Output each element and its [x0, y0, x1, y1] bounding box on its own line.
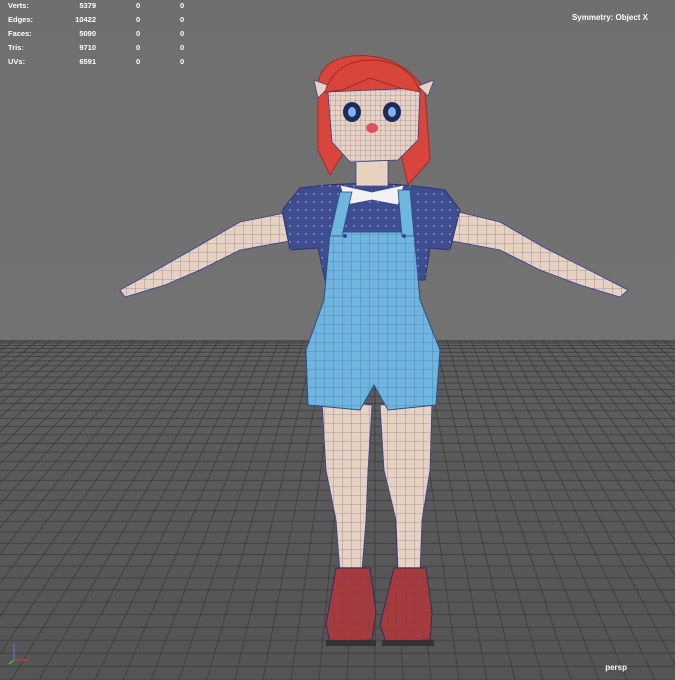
hud-row-tris: Tris: 9710 0 0 — [8, 41, 198, 55]
floor-grid-line — [66, 339, 244, 680]
floor-grid-line — [602, 339, 675, 422]
floor-grid-line — [38, 339, 232, 680]
hud-selected: 0 — [136, 15, 141, 24]
symmetry-indicator: Symmetry: Object X — [571, 13, 648, 22]
hud-label: Tris: — [8, 43, 24, 52]
hud-label: UVs: — [8, 57, 26, 66]
floor-grid-line — [0, 339, 76, 405]
floor-grid-line — [566, 339, 675, 485]
xyz-axis-icon — [8, 644, 28, 665]
floor-grid-line — [494, 339, 656, 680]
floor-grid-line — [518, 339, 675, 618]
floor-grid-line — [434, 339, 516, 680]
floor-grid-line — [662, 339, 675, 352]
floor-grid-line — [0, 339, 172, 555]
hud-triangles: 0 — [180, 15, 185, 24]
floor-grid-line — [578, 339, 675, 461]
maya-viewport[interactable]: Verts: 5379 0 0 Edges: 10422 0 0 Faces: … — [0, 0, 675, 680]
hud-triangles: 0 — [180, 43, 185, 52]
floor-grid-line — [234, 339, 316, 680]
hud-value: 5090 — [79, 29, 96, 38]
floor-grid-line — [178, 339, 292, 680]
camera-name-label: persp — [605, 663, 627, 672]
nose — [366, 123, 378, 133]
floor-grid-line — [0, 339, 28, 361]
floor-grid-line — [614, 339, 675, 405]
floor-grid-line — [94, 339, 256, 680]
hud-row-uvs: UVs: 6591 0 0 — [8, 55, 198, 69]
hud-selected: 0 — [136, 1, 141, 10]
poly-count-hud: Verts: 5379 0 0 Edges: 10422 0 0 Faces: … — [8, 0, 198, 69]
floor-grid-line — [0, 339, 16, 352]
floor-grid-line — [470, 339, 600, 680]
hud-triangles: 0 — [180, 29, 185, 38]
hud-row-verts: Verts: 5379 0 0 — [8, 0, 198, 13]
hud-selected: 0 — [136, 57, 141, 66]
floor-grid-line — [458, 339, 572, 680]
hud-triangles: 0 — [180, 1, 185, 10]
floor-grid-line — [206, 339, 304, 680]
hud-label: Edges: — [8, 15, 34, 24]
hud-value: 9710 — [79, 43, 96, 52]
hud-triangles: 0 — [180, 57, 185, 66]
floor-grid-line — [530, 339, 675, 577]
hud-value: 5379 — [79, 1, 96, 10]
floor-grid-line — [0, 339, 124, 466]
floor-grid-line — [542, 339, 675, 542]
floor-grid-line — [0, 339, 208, 655]
hud-row-edges: Edges: 10422 0 0 — [8, 13, 198, 27]
hud-label: Verts: — [8, 1, 29, 10]
floor-grid-line — [10, 339, 220, 680]
hud-label: Faces: — [8, 29, 32, 38]
character-model[interactable] — [119, 55, 629, 646]
hud-value: 6591 — [79, 57, 96, 66]
viewport-scene[interactable] — [0, 0, 675, 680]
hud-value: 10422 — [75, 15, 96, 24]
hud-row-faces: Faces: 5090 0 0 — [8, 27, 198, 41]
floor-grid-line — [0, 339, 64, 393]
hud-selected: 0 — [136, 29, 141, 38]
floor-grid-line — [0, 339, 148, 506]
floor-grid-line — [150, 339, 280, 680]
hud-selected: 0 — [136, 43, 141, 52]
floor-grid-line — [590, 339, 675, 440]
floor-grid-line — [446, 339, 544, 680]
floor-grid-line — [0, 339, 40, 371]
floor-grid-line — [0, 339, 184, 584]
